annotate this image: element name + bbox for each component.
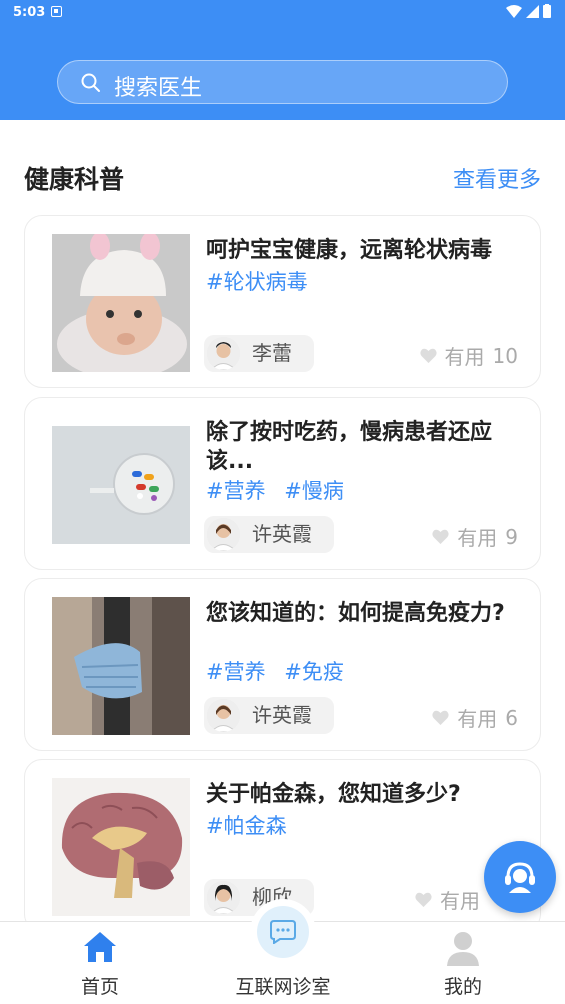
online-clinic-bubble[interactable] bbox=[250, 899, 316, 965]
status-bar: 5:03 bbox=[0, 0, 565, 26]
search-placeholder: 搜索医生 bbox=[114, 76, 203, 101]
avatar bbox=[207, 881, 240, 914]
article-tag[interactable]: #帕金森 bbox=[206, 814, 287, 838]
useful-count[interactable]: 有用 bbox=[415, 885, 480, 914]
article-tags: #营养 #慢病 bbox=[206, 475, 356, 505]
article-image-brain bbox=[52, 778, 190, 916]
tab-label: 互联网诊室 bbox=[235, 976, 331, 998]
article-card[interactable]: 除了按时吃药，慢病患者还应该... #营养 #慢病 许英霞 有用 9 bbox=[24, 397, 541, 570]
author-chip[interactable]: 许英霞 bbox=[204, 516, 334, 553]
useful-number: 6 bbox=[505, 705, 518, 730]
article-tags: #帕金森 bbox=[206, 810, 299, 840]
heart-icon bbox=[415, 892, 432, 907]
useful-label: 有用 bbox=[440, 889, 480, 913]
author-chip[interactable]: 李蕾 bbox=[204, 335, 314, 372]
header: 5:03 搜索医生 bbox=[0, 0, 565, 120]
author-name: 李蕾 bbox=[252, 341, 292, 365]
avatar bbox=[207, 337, 240, 370]
tab-home[interactable]: 首页 bbox=[30, 922, 170, 1004]
battery-icon bbox=[543, 4, 551, 18]
article-title: 关于帕金森，您知道多少? bbox=[206, 782, 461, 807]
article-image-baby bbox=[52, 234, 190, 372]
author-chip[interactable]: 许英霞 bbox=[204, 697, 334, 734]
user-icon bbox=[447, 932, 479, 966]
useful-number: 10 bbox=[492, 343, 518, 368]
article-card[interactable]: 呵护宝宝健康，远离轮状病毒 #轮状病毒 李蕾 有用 10 bbox=[24, 215, 541, 388]
avatar bbox=[207, 518, 240, 551]
article-title: 您该知道的：如何提高免疫力? bbox=[206, 601, 505, 626]
signal-icon bbox=[526, 4, 539, 18]
article-image-pills bbox=[52, 416, 190, 554]
search-input[interactable]: 搜索医生 bbox=[57, 60, 508, 104]
article-tag[interactable]: #营养 bbox=[206, 660, 266, 684]
article-card[interactable]: 您该知道的：如何提高免疫力? #营养 #免疫 许英霞 有用 6 bbox=[24, 578, 541, 751]
customer-service-button[interactable] bbox=[484, 841, 556, 913]
article-tag[interactable]: #免疫 bbox=[284, 660, 344, 684]
article-title: 除了按时吃药，慢病患者还应该... bbox=[206, 420, 493, 474]
wifi-icon bbox=[506, 4, 522, 18]
article-tag[interactable]: #慢病 bbox=[284, 479, 344, 503]
chat-bubble-icon bbox=[270, 920, 296, 944]
useful-number: 9 bbox=[505, 524, 518, 549]
avatar bbox=[207, 699, 240, 732]
useful-label: 有用 bbox=[457, 526, 498, 550]
article-tag[interactable]: #轮状病毒 bbox=[206, 270, 308, 294]
heart-icon bbox=[432, 710, 449, 725]
notification-icon bbox=[51, 6, 62, 17]
heart-icon bbox=[419, 348, 437, 363]
status-time: 5:03 bbox=[13, 5, 46, 20]
tab-label: 我的 bbox=[443, 976, 482, 998]
useful-count[interactable]: 有用 6 bbox=[432, 703, 518, 732]
author-name: 许英霞 bbox=[252, 522, 312, 546]
view-more-link[interactable]: 查看更多 bbox=[453, 162, 541, 194]
home-icon bbox=[84, 932, 116, 962]
tab-profile[interactable]: 我的 bbox=[393, 922, 533, 1004]
article-tags: #营养 #免疫 bbox=[206, 656, 356, 686]
search-icon bbox=[81, 73, 100, 92]
article-image-mask bbox=[52, 597, 190, 735]
headset-icon bbox=[505, 862, 535, 893]
useful-label: 有用 bbox=[457, 707, 498, 731]
heart-icon bbox=[432, 529, 449, 544]
article-title: 呵护宝宝健康，远离轮状病毒 bbox=[206, 238, 493, 263]
tab-label: 首页 bbox=[80, 976, 119, 998]
useful-label: 有用 bbox=[444, 345, 485, 369]
useful-count[interactable]: 有用 10 bbox=[419, 341, 518, 370]
useful-count[interactable]: 有用 9 bbox=[432, 522, 518, 551]
article-tags: #轮状病毒 bbox=[206, 266, 320, 296]
article-tag[interactable]: #营养 bbox=[206, 479, 266, 503]
section-title: 健康科普 bbox=[24, 165, 125, 194]
author-name: 许英霞 bbox=[252, 703, 312, 727]
